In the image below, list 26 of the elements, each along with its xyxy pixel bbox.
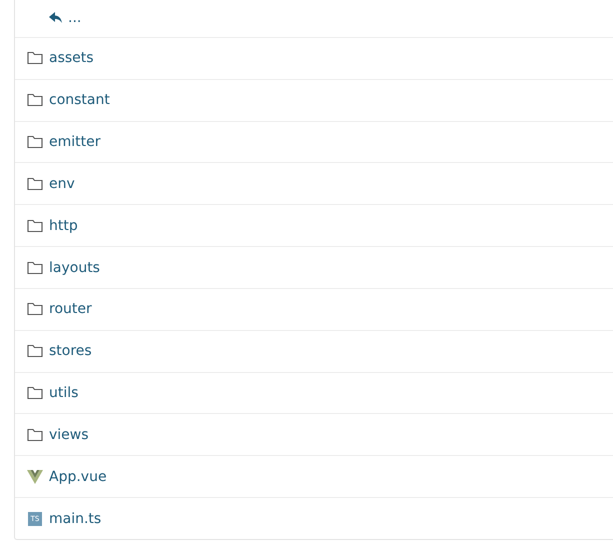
file-link[interactable]: env — [49, 176, 75, 192]
folder-icon — [27, 428, 43, 442]
folder-icon — [27, 93, 43, 108]
reply-arrow-icon — [49, 12, 63, 24]
file-link[interactable]: views — [49, 426, 89, 443]
folder-icon — [27, 176, 43, 191]
vue-file-icon — [27, 470, 43, 484]
file-link[interactable]: http — [49, 218, 78, 234]
file-link[interactable]: utils — [49, 385, 78, 402]
parent-directory-link[interactable]: ... — [49, 10, 82, 26]
file-link[interactable]: constant — [49, 92, 110, 108]
folder-icon — [27, 218, 43, 233]
folder-icon — [27, 386, 43, 400]
file-link[interactable]: emitter — [49, 134, 100, 150]
file-link[interactable]: stores — [49, 343, 92, 360]
folder-icon — [27, 51, 43, 66]
file-link[interactable]: layouts — [49, 260, 100, 276]
file-link[interactable]: assets — [49, 50, 94, 66]
file-link[interactable]: router — [49, 301, 92, 318]
folder-icon — [27, 260, 43, 274]
folder-icon — [27, 134, 43, 149]
file-link[interactable]: main.ts — [49, 510, 102, 527]
folder-icon — [27, 302, 43, 316]
folder-icon — [27, 344, 43, 358]
parent-directory-label: ... — [68, 10, 82, 26]
file-link[interactable]: App.vue — [49, 468, 107, 485]
